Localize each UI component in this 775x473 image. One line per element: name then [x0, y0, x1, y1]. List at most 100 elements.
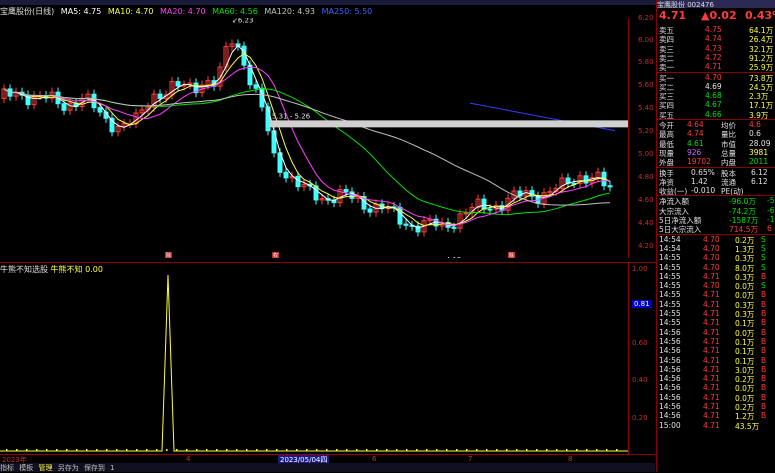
indicator-dot [436, 449, 438, 451]
tick-time: 14:56 [659, 327, 681, 337]
stat-value: 2011 [749, 157, 769, 167]
indicator-dot [396, 449, 398, 451]
trade-tick-row: 14:56 4.71 0.0万 B [657, 383, 775, 393]
candle-body [607, 185, 613, 188]
indicator-dot [16, 449, 18, 451]
tick-time: 14:55 [659, 253, 681, 263]
stat-row: 换手 0.65% 股本 6.12 [657, 168, 775, 178]
tick-time: 14:56 [659, 411, 681, 421]
tick-time: 14:55 [659, 262, 681, 272]
trade-tick-row: 14:56 4.71 0.0万 B [657, 327, 775, 338]
tick-volume: 43.5万 [735, 421, 760, 431]
trade-tick-row: 14:55 4.71 0.0万 B [657, 290, 775, 300]
stat-row: 最高 4.74 量比 0.6 [657, 129, 775, 139]
stat-value: -0.010 [691, 186, 716, 196]
indicator-dot [296, 449, 298, 451]
candle-body [253, 84, 259, 89]
indicator-dot [196, 449, 198, 451]
candle-body [61, 103, 67, 111]
ma60-label: MA60: 4.56 [212, 7, 258, 16]
tick-time: 14:55 [659, 299, 681, 309]
price-tick: 6.00 [638, 36, 654, 44]
candle-body [403, 223, 409, 226]
tab-indicator[interactable]: 指标 [0, 464, 14, 472]
ma20-label: MA20: 4.70 [160, 7, 206, 16]
candlestick-chart[interactable]: 5.31 - 5.26 ↙6.23 ←4.15 除 权 除 [0, 17, 628, 264]
ask-row: 卖三 4.73 32.1万 [657, 44, 775, 54]
indicator-dot [376, 449, 378, 451]
tick-direction: B [761, 346, 767, 356]
ask-price: 4.71 [705, 62, 722, 72]
indicator-dot [606, 449, 608, 451]
indicator-dot [186, 449, 188, 451]
candle-body [343, 189, 349, 193]
stat-row: 净资 1.42 流通 6.12 [657, 177, 775, 187]
tick-time: 14:55 [659, 290, 681, 300]
tick-price: 4.71 [703, 309, 720, 318]
tick-direction: S [761, 262, 766, 272]
indicator-dot [166, 449, 168, 451]
tick-price: 4.71 [703, 392, 720, 402]
flow-row: 大宗流入 -74.2万 -6 [657, 206, 775, 216]
indicator-dot [286, 449, 288, 451]
stock-header[interactable]: 宝鹰股份 002476 [657, 0, 775, 9]
flow-row: 净流入额 -96.0万 -5 [657, 196, 775, 206]
bid-row: 买四 4.67 17.1万 [657, 100, 775, 110]
indicator-dot [106, 449, 108, 451]
status-bar: 指标 模板 管理 另存为 保存到 1 [0, 463, 655, 472]
candle-body [451, 226, 457, 229]
tick-time: 14:56 [659, 355, 681, 365]
tab-template[interactable]: 模板 [19, 464, 33, 472]
price-tick: 5.40 [638, 104, 654, 112]
indicator-dot [86, 449, 88, 451]
bid-price: 4.69 [705, 81, 722, 91]
indicator-dot [6, 449, 8, 451]
date-tick: 8 [568, 455, 573, 463]
trade-tick-row: 14:54 4.70 0.2万 S [657, 234, 775, 245]
bid-price: 4.67 [705, 100, 722, 110]
stat-row: 最低 4.61 市值 28.09 [657, 139, 775, 149]
indicator-tick: 0.40 [632, 376, 648, 384]
trade-tick-row: 15:00 4.71 43.5万 [657, 421, 775, 431]
ex-rights-label: 权 [273, 252, 278, 258]
candle-body [487, 208, 493, 211]
trade-tick-row: 14:55 4.71 0.3万 B [657, 272, 775, 282]
tab-manage[interactable]: 管理 [38, 464, 52, 472]
flow-extra: -5 [767, 196, 775, 206]
date-tick: 4 [186, 455, 191, 463]
indicator-current-tick: 0.81 [632, 300, 652, 308]
price-tick: 4.40 [638, 219, 654, 227]
tab-save-to[interactable]: 保存到 [84, 464, 105, 472]
indicator-tick: 1.00 [632, 265, 648, 273]
indicator-dot [26, 449, 28, 451]
tick-direction: S [761, 243, 766, 253]
tick-price: 4.71 [703, 327, 720, 337]
tab-save-as[interactable]: 另存为 [58, 464, 79, 472]
stat-row: 今开 4.64 均价 4.6 [657, 120, 775, 130]
tick-direction: S [761, 281, 766, 291]
candle-body [283, 171, 289, 179]
indicator-svg [0, 274, 628, 452]
tick-time: 14:56 [659, 383, 681, 393]
indicator-dot [616, 449, 618, 451]
candle-body [97, 107, 103, 113]
tick-direction: B [761, 318, 767, 328]
indicator-tick: 0.60 [632, 339, 648, 347]
trade-tick-row: 14:55 4.70 0.0万 S [657, 281, 775, 291]
trade-tick-row: 14:55 4.70 0.3万 S [657, 253, 775, 263]
trade-tick-row: 14:56 4.71 0.0万 B [657, 392, 775, 403]
trade-tick-row: 14:54 4.70 1.3万 S [657, 243, 775, 254]
indicator-dot [46, 449, 48, 451]
candle-body [583, 175, 589, 184]
price-tick: 5.60 [638, 81, 654, 89]
chart-title: 宝鹰股份(日线) [0, 7, 55, 16]
date-tick: 7 [468, 455, 473, 463]
ma10-label: MA10: 4.70 [107, 7, 154, 16]
tick-direction: S [761, 234, 766, 244]
indicator-chart[interactable] [0, 262, 628, 455]
indicator-legend: 牛熊不知选股 牛熊不知 0.00 [0, 264, 103, 275]
tab-page[interactable]: 1 [110, 464, 114, 472]
trade-tick-row: 14:56 4.71 0.1万 B [657, 355, 775, 366]
tick-time: 14:54 [659, 243, 681, 253]
tick-time: 14:55 [659, 309, 681, 318]
